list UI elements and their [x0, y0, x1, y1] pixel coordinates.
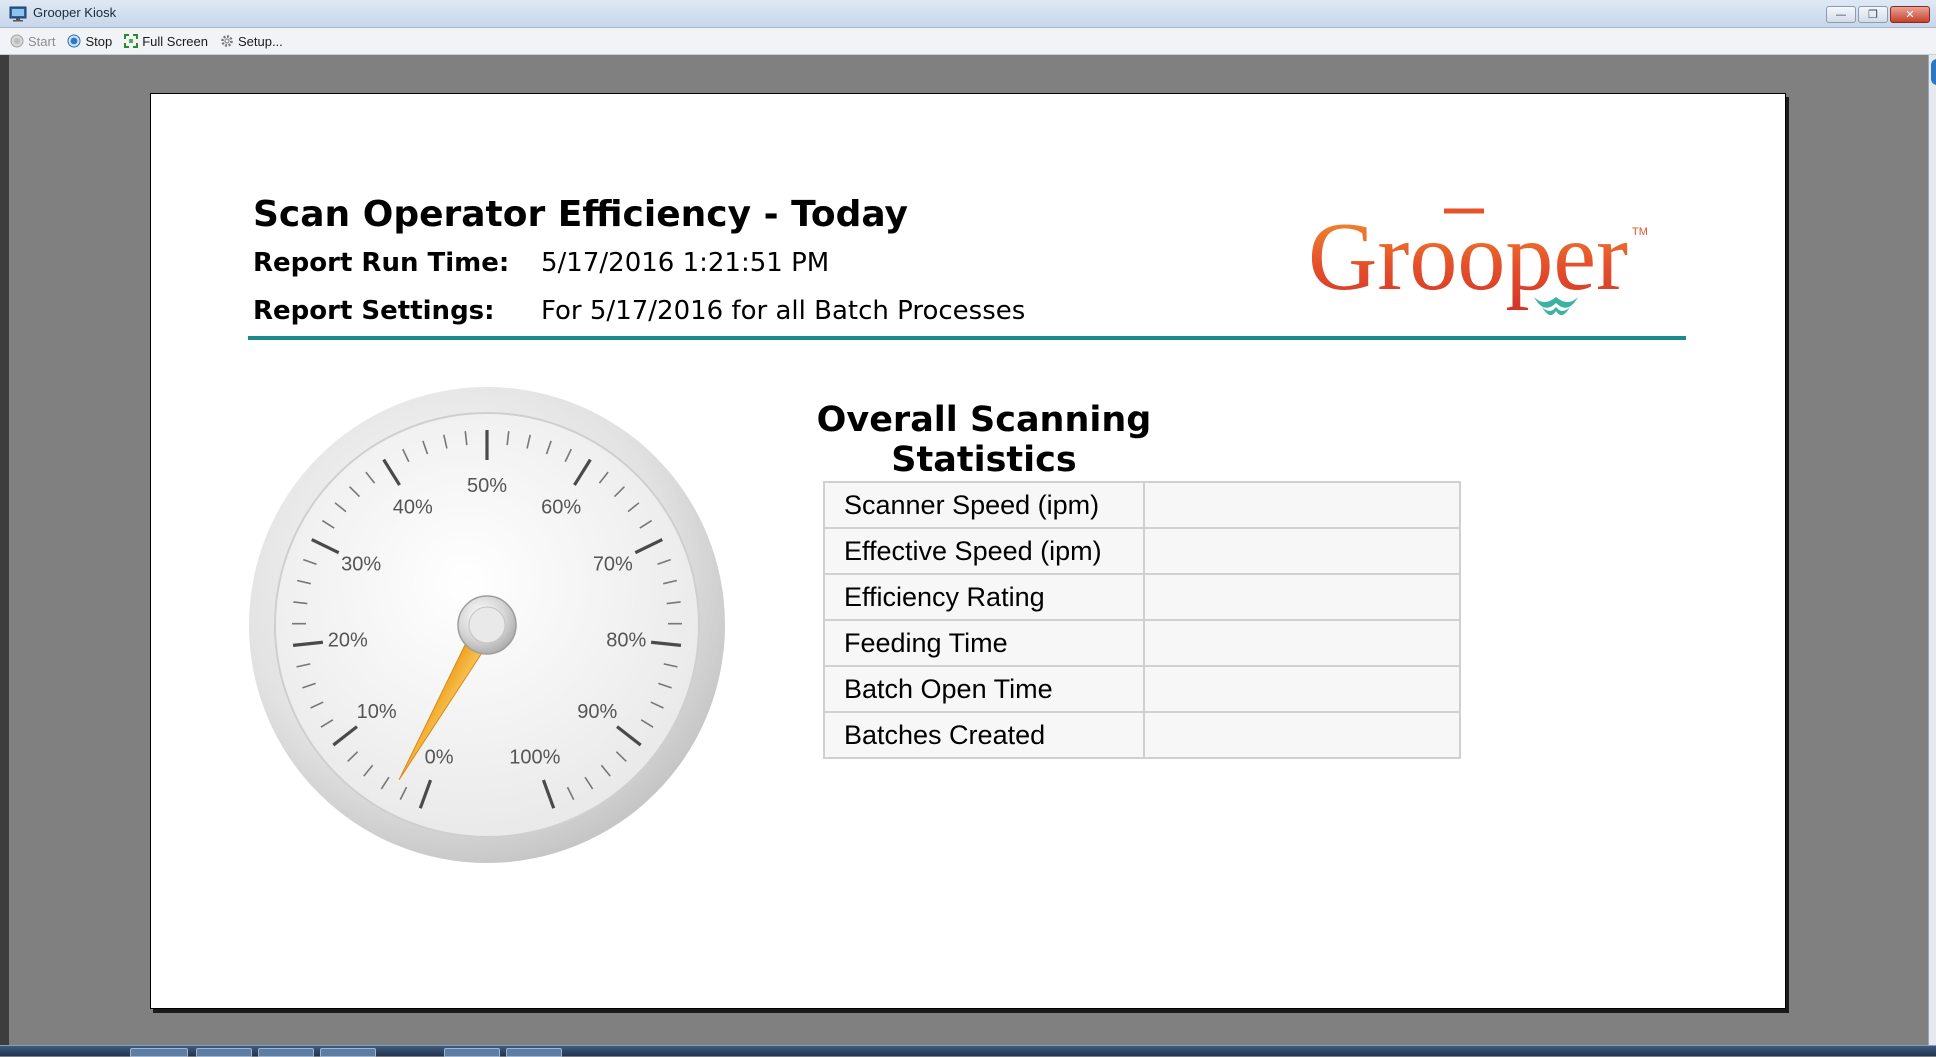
table-row: Scanner Speed (ipm)	[824, 482, 1460, 528]
table-row: Efficiency Rating	[824, 574, 1460, 620]
taskbar	[0, 1045, 1936, 1056]
table-row: Batch Open Time	[824, 666, 1460, 712]
gauge-tick-label: 0%	[425, 747, 454, 769]
gauge-tick-label: 80%	[606, 630, 646, 652]
report-settings-row: Report Settings: For 5/17/2016 for all B…	[253, 296, 495, 326]
stat-value	[1144, 620, 1460, 666]
svg-text:Grooper: Grooper	[1308, 203, 1628, 311]
restore-icon: ❐	[1868, 8, 1878, 21]
stat-label: Efficiency Rating	[824, 574, 1144, 620]
fullscreen-icon	[124, 34, 138, 48]
fullscreen-label: Full Screen	[142, 34, 208, 49]
stat-label: Batches Created	[824, 712, 1144, 758]
table-row: Effective Speed (ipm)	[824, 528, 1460, 574]
window-title: Grooper Kiosk	[33, 5, 116, 20]
fullscreen-button[interactable]: Full Screen	[124, 34, 208, 49]
stat-label: Batch Open Time	[824, 666, 1144, 712]
efficiency-gauge: 0% 10% 20% 30% 40% 50% 60% 70% 80% 90% 100%	[248, 386, 726, 864]
stat-value	[1144, 712, 1460, 758]
stat-value	[1144, 528, 1460, 574]
table-row: Feeding Time	[824, 620, 1460, 666]
gauge-tick-label: 90%	[577, 701, 617, 723]
svg-text:TM: TM	[1632, 226, 1648, 238]
side-panel-edge	[1928, 55, 1936, 1045]
setup-label: Setup...	[238, 34, 283, 49]
statistics-table: Scanner Speed (ipm) Effective Speed (ipm…	[823, 481, 1461, 759]
gauge-tick-label: 30%	[341, 554, 381, 576]
stat-label: Feeding Time	[824, 620, 1144, 666]
gauge-tick-label: 60%	[541, 496, 581, 518]
scroll-handle[interactable]	[1931, 59, 1936, 85]
grooper-logo: Grooper TM	[1306, 199, 1666, 319]
settings-value: For 5/17/2016 for all Batch Processes	[541, 296, 1025, 326]
report-title: Scan Operator Efficiency - Today	[253, 194, 908, 235]
stop-label: Stop	[85, 34, 112, 49]
setup-button[interactable]: Setup...	[220, 34, 283, 49]
settings-label: Report Settings:	[253, 296, 495, 326]
stop-button[interactable]: Stop	[67, 34, 112, 49]
stat-label: Effective Speed (ipm)	[824, 528, 1144, 574]
stat-value	[1144, 482, 1460, 528]
monitor-icon	[9, 6, 27, 22]
gauge-tick-label: 20%	[328, 630, 368, 652]
run-time-label: Report Run Time:	[253, 248, 509, 278]
gauge-tick-label: 10%	[357, 701, 397, 723]
header-rule	[248, 336, 1686, 340]
report-run-time-row: Report Run Time: 5/17/2016 1:21:51 PM	[253, 248, 509, 278]
minimize-icon: —	[1836, 8, 1847, 21]
start-button[interactable]: Start	[10, 34, 55, 49]
statistics-title: Overall Scanning Statistics	[731, 400, 1237, 480]
start-label: Start	[28, 34, 55, 49]
report-page: Scan Operator Efficiency - Today Report …	[150, 93, 1786, 1009]
close-icon: ✕	[1905, 8, 1914, 21]
restore-button[interactable]: ❐	[1858, 6, 1888, 23]
stat-label: Scanner Speed (ipm)	[824, 482, 1144, 528]
gauge-tick-label: 40%	[393, 496, 433, 518]
stat-value	[1144, 574, 1460, 620]
table-row: Batches Created	[824, 712, 1460, 758]
gear-icon	[220, 34, 234, 48]
run-time-value: 5/17/2016 1:21:51 PM	[541, 248, 829, 278]
close-button[interactable]: ✕	[1890, 6, 1930, 23]
stop-icon	[67, 34, 81, 48]
minimize-button[interactable]: —	[1826, 6, 1856, 23]
stat-value	[1144, 666, 1460, 712]
kiosk-toolbar: Start Stop Full Screen Setup...	[0, 28, 1936, 55]
gauge-tick-label: 100%	[509, 747, 560, 769]
gauge-tick-label: 50%	[467, 475, 507, 497]
window-titlebar: Grooper Kiosk — ❐ ✕	[0, 0, 1936, 28]
start-icon	[10, 34, 24, 48]
gauge-tick-label: 70%	[593, 554, 633, 576]
left-window-edge	[0, 55, 9, 1045]
gauge-needle-cap-inner	[469, 607, 505, 643]
